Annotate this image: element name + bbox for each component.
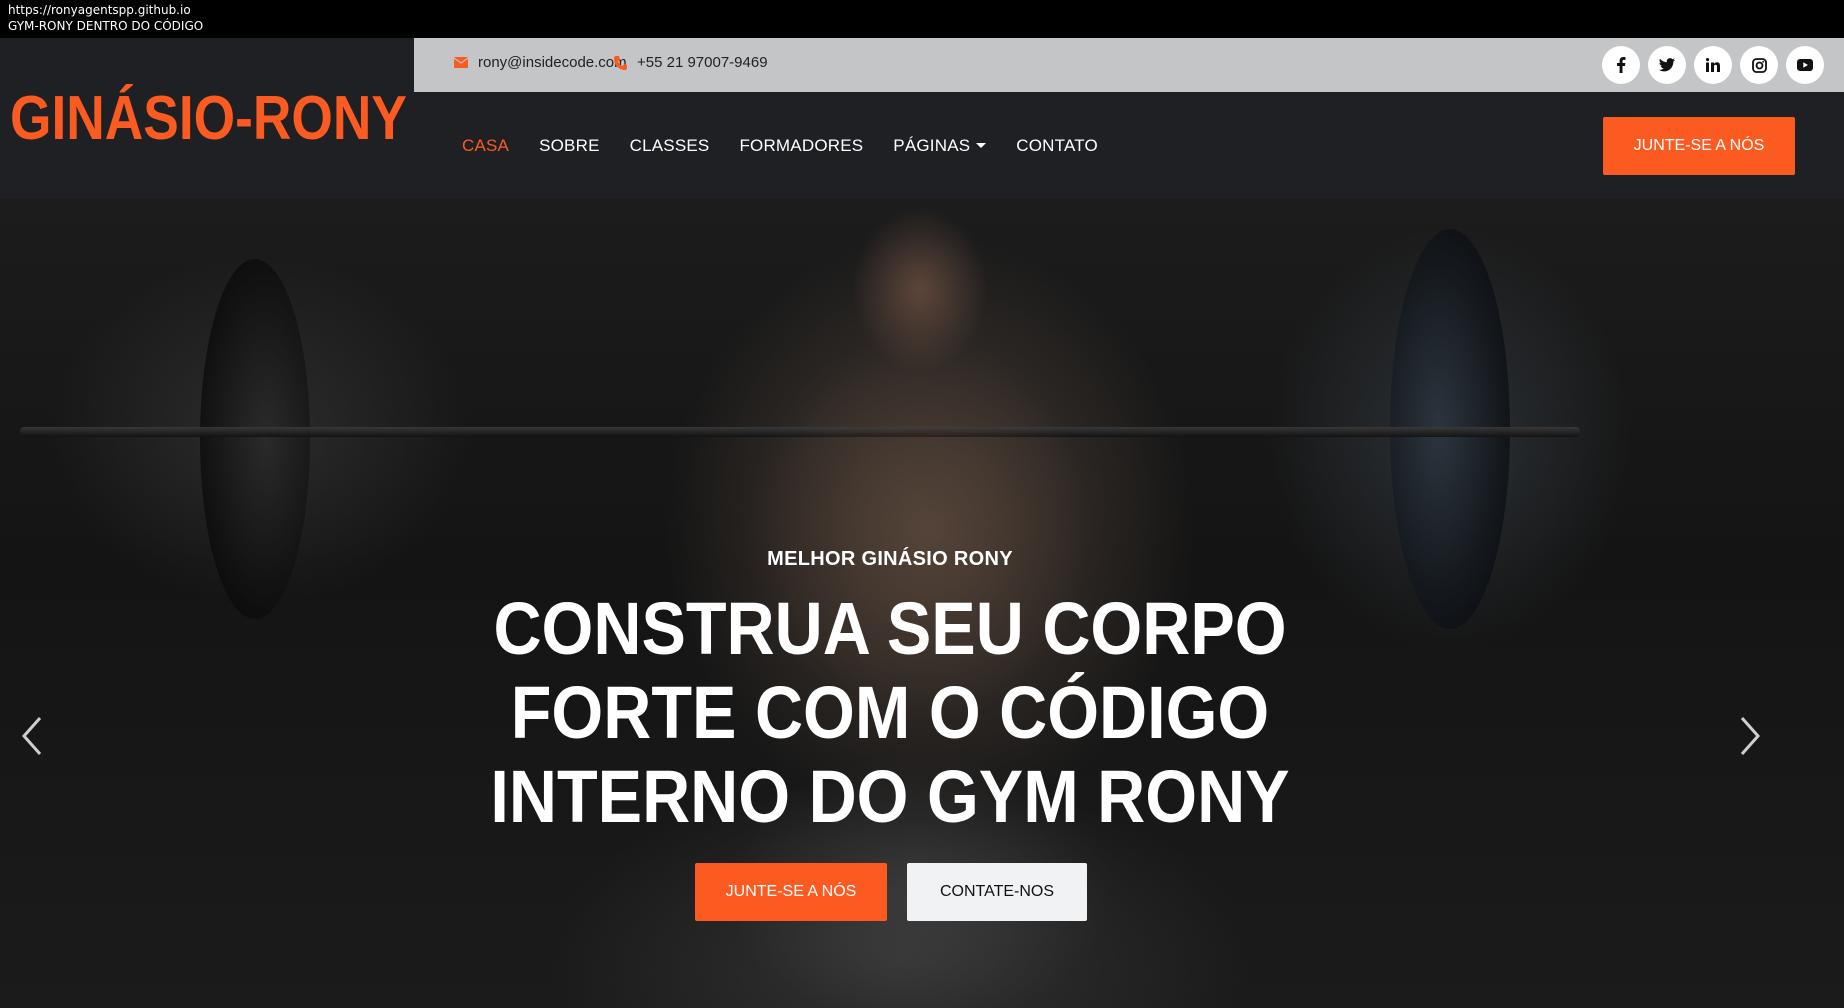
nav-item-casa[interactable]: CASA	[462, 136, 509, 156]
brand-name[interactable]: GINÁSIO-RONY	[10, 83, 407, 154]
instagram-icon[interactable]	[1740, 46, 1778, 84]
contact-email: rony@insidecode.com	[454, 54, 627, 71]
facebook-icon[interactable]	[1602, 46, 1640, 84]
site-header: GINÁSIO-RONY rony@insidecode.com +55 21 …	[0, 38, 1844, 199]
contact-bar: rony@insidecode.com +55 21 97007-9469	[414, 38, 1844, 92]
phone-text: +55 21 97007-9469	[637, 54, 768, 71]
hero-title-line-1: CONSTRUA SEU CORPO	[493, 587, 1287, 670]
join-us-button[interactable]: JUNTE-SE A NÓS	[1603, 117, 1795, 175]
nav-item-classes[interactable]: CLASSES	[630, 136, 710, 156]
social-links	[1602, 46, 1824, 84]
hero-subtitle: MELHOR GINÁSIO RONY	[767, 548, 1013, 570]
nav-item-sobre[interactable]: SOBRE	[539, 136, 600, 156]
hero-join-button[interactable]: JUNTE-SE A NÓS	[695, 863, 887, 921]
nav-item-contato[interactable]: CONTATO	[1016, 136, 1098, 156]
browser-tab-title: GYM-RONY DENTRO DO CÓDIGO	[8, 19, 204, 33]
nav-item-paginas[interactable]: PÁGINAS	[893, 135, 987, 156]
hero-title-line-3: INTERNO DO GYM RONY	[490, 755, 1290, 838]
phone-icon	[614, 55, 627, 70]
hero-title-line-2: FORTE COM O CÓDIGO	[510, 671, 1270, 754]
caret-down-icon	[976, 143, 987, 148]
nav-links: CASA SOBRE CLASSES FORMADORES PÁGINAS CO…	[462, 92, 1128, 199]
twitter-icon[interactable]	[1648, 46, 1686, 84]
browser-url: https://ronyagentspp.github.io	[8, 3, 191, 17]
browser-strip: https://ronyagentspp.github.io GYM-RONY …	[0, 0, 1844, 38]
hero-title: CONSTRUA SEU CORPO FORTE COM O CÓDIGO IN…	[0, 587, 1780, 839]
contact-phone: +55 21 97007-9469	[614, 54, 768, 71]
youtube-icon[interactable]	[1786, 46, 1824, 84]
hero-contact-button[interactable]: CONTATE-NOS	[907, 863, 1087, 921]
hero-carousel: MELHOR GINÁSIO RONY CONSTRUA SEU CORPO F…	[0, 199, 1844, 1008]
email-text: rony@insidecode.com	[478, 54, 627, 71]
nav-item-paginas-label: PÁGINAS	[893, 135, 971, 155]
nav-item-formadores[interactable]: FORMADORES	[739, 136, 863, 156]
envelope-icon	[454, 57, 468, 68]
main-nav: CASA SOBRE CLASSES FORMADORES PÁGINAS CO…	[414, 92, 1844, 199]
linkedin-icon[interactable]	[1694, 46, 1732, 84]
brand-logo[interactable]: GINÁSIO-RONY	[0, 38, 414, 199]
